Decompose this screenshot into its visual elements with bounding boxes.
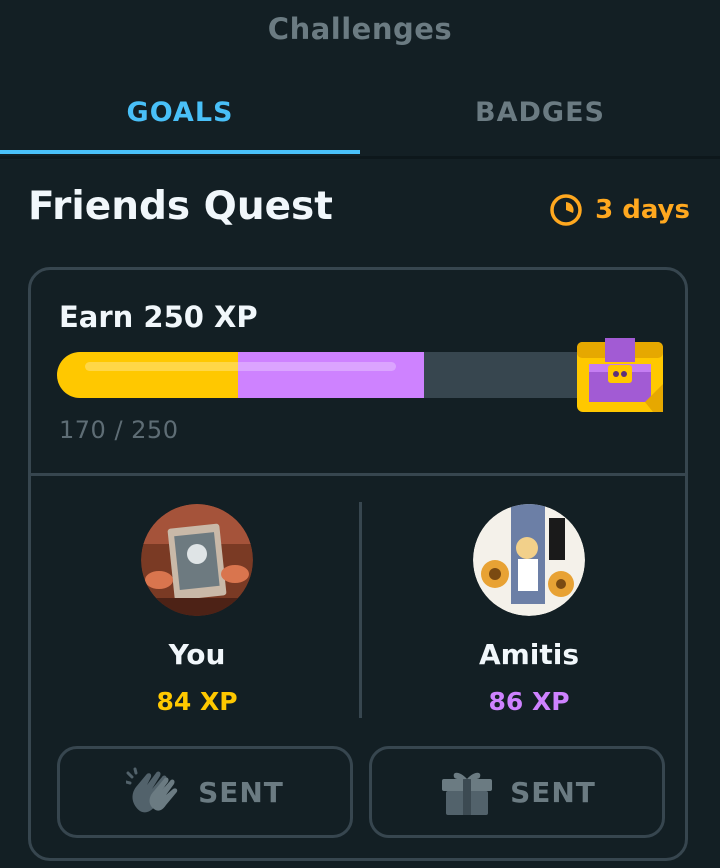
card-divider bbox=[31, 473, 685, 476]
active-tab-indicator bbox=[0, 150, 360, 154]
avatar bbox=[473, 504, 585, 616]
avatar bbox=[141, 504, 253, 616]
player-xp: 86 XP bbox=[488, 687, 570, 716]
clapping-hands-icon bbox=[126, 767, 178, 813]
gift-button-label: SENT bbox=[510, 775, 596, 809]
treasure-chest-icon[interactable] bbox=[575, 338, 665, 414]
nudge-button-label: SENT bbox=[198, 775, 284, 809]
gift-sent-button[interactable]: SENT bbox=[369, 746, 665, 838]
quest-timer: 3 days bbox=[549, 193, 690, 227]
progress-segment-friend bbox=[238, 352, 424, 398]
progress-shine bbox=[85, 362, 396, 371]
stopwatch-icon bbox=[550, 194, 582, 226]
player-name: You bbox=[168, 638, 226, 671]
page-title: Challenges bbox=[267, 12, 453, 46]
nudge-sent-button[interactable]: SENT bbox=[57, 746, 353, 838]
tab-goals[interactable]: GOALS bbox=[0, 72, 360, 152]
player-friend[interactable]: Amitis 86 XP bbox=[379, 502, 679, 716]
quest-card: Earn 250 XP 170 / 250 You 84 XP Amitis 8… bbox=[28, 267, 688, 861]
gift-icon bbox=[442, 772, 493, 815]
progress-text: 170 / 250 bbox=[59, 416, 179, 444]
players-divider bbox=[359, 502, 362, 718]
goal-label: Earn 250 XP bbox=[59, 300, 258, 334]
tab-badges[interactable]: BADGES bbox=[360, 72, 720, 152]
top-bar: Challenges bbox=[0, 0, 720, 62]
tab-bar: GOALS BADGES bbox=[0, 72, 720, 159]
quest-title: Friends Quest bbox=[28, 184, 333, 229]
time-left-label: 3 days bbox=[595, 195, 690, 225]
progress-segment-you bbox=[57, 352, 238, 398]
player-xp: 84 XP bbox=[156, 687, 238, 716]
player-you[interactable]: You 84 XP bbox=[47, 502, 347, 716]
progress-bar bbox=[57, 352, 597, 398]
player-name: Amitis bbox=[478, 638, 580, 671]
